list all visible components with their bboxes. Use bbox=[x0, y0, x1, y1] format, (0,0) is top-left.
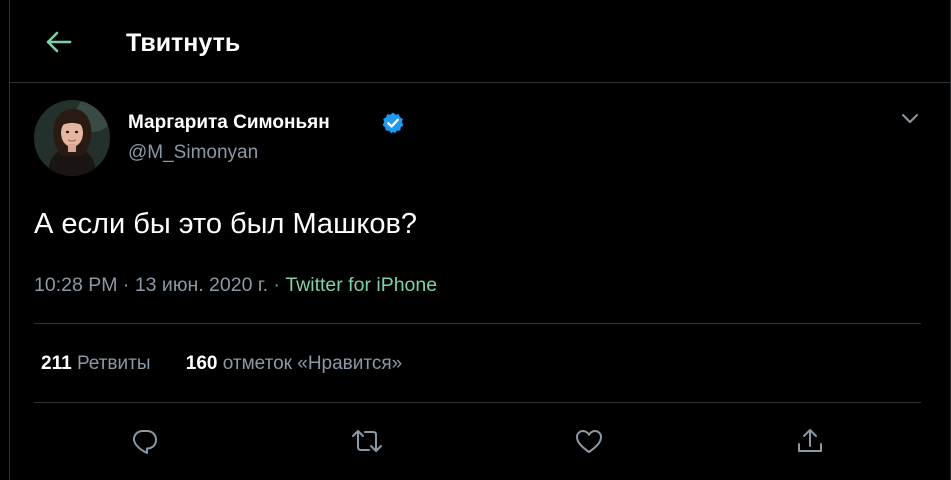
tweet-time[interactable]: 10:28 PM bbox=[34, 274, 117, 296]
reply-icon bbox=[132, 430, 157, 454]
chevron-down-icon bbox=[902, 114, 918, 123]
tweet-text: А если бы это был Машков? bbox=[34, 208, 418, 240]
divider bbox=[34, 323, 921, 324]
tweet-meta: 10:28 PM · 13 июн. 2020 г. · Twitter for… bbox=[34, 272, 437, 298]
divider bbox=[34, 402, 921, 403]
retweets-count: 211 bbox=[41, 353, 72, 374]
likes-stat[interactable]: 160 отметок «Нравится» bbox=[186, 351, 402, 377]
tweet-source-link[interactable]: Twitter for iPhone bbox=[285, 274, 437, 296]
author-name[interactable]: Маргарита Симоньян bbox=[128, 110, 330, 136]
share-icon bbox=[798, 429, 822, 452]
meta-separator: · bbox=[268, 274, 286, 296]
more-options-button[interactable] bbox=[894, 104, 926, 132]
likes-label: отметок «Нравится» bbox=[222, 353, 403, 374]
avatar-photo bbox=[34, 100, 110, 176]
meta-separator: · bbox=[117, 274, 135, 296]
back-button[interactable] bbox=[38, 24, 78, 60]
like-icon bbox=[576, 430, 602, 453]
retweets-stat[interactable]: 211 Ретвиты bbox=[41, 351, 150, 377]
tweet-date[interactable]: 13 июн. 2020 г. bbox=[135, 274, 268, 296]
share-button[interactable] bbox=[790, 422, 830, 460]
reply-button[interactable] bbox=[125, 422, 165, 460]
retweets-label: Ретвиты bbox=[76, 353, 151, 374]
app-window: Твитнуть Маргарита Симоньян @M_Simonyan … bbox=[0, 0, 951, 480]
arrow-left-icon bbox=[46, 31, 72, 53]
avatar[interactable] bbox=[34, 100, 110, 176]
retweet-button[interactable] bbox=[347, 422, 387, 460]
author-handle[interactable]: @M_Simonyan bbox=[128, 140, 258, 166]
header-bar: Твитнуть bbox=[10, 0, 950, 83]
retweet-icon bbox=[352, 430, 382, 452]
likes-count: 160 bbox=[185, 353, 218, 374]
tweet-stats: 211 Ретвиты 160 отметок «Нравится» bbox=[41, 351, 402, 377]
verified-badge-icon bbox=[381, 111, 405, 135]
like-button[interactable] bbox=[569, 422, 609, 460]
page-title: Твитнуть bbox=[126, 29, 241, 57]
